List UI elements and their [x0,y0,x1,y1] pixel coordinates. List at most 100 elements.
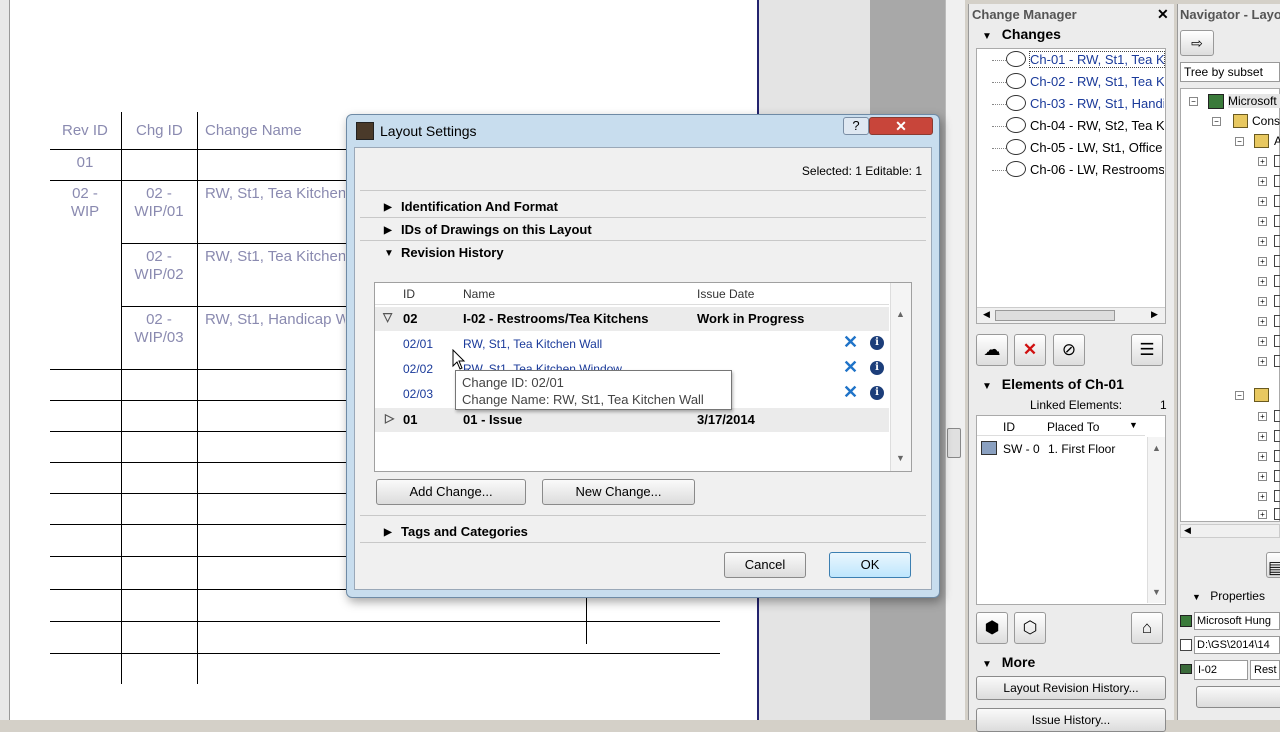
scroll-up-icon[interactable]: ▲ [1152,443,1161,453]
cancel-button[interactable]: Cancel [724,552,806,578]
settings-button[interactable] [1196,686,1280,708]
close-button[interactable]: ✕ [869,117,933,135]
info-icon[interactable]: i [870,361,884,375]
tree-node[interactable]: A [1274,134,1280,148]
element-placed-to[interactable]: 1. First Floor [1048,442,1115,456]
link-change-icon[interactable]: ⊘ [1053,334,1085,366]
show-element-icon[interactable]: ⌂ [1131,612,1163,644]
change-item[interactable]: Ch-04 - RW, St2, Tea Kitchen [1030,118,1164,133]
tree-expand-icon[interactable]: + [1258,472,1267,481]
tree-expand-icon[interactable]: + [1258,237,1267,246]
add-change-button[interactable]: Add Change... [376,479,526,505]
scroll-down-icon[interactable]: ▼ [896,453,905,463]
canvas-scrollbar-thumb[interactable] [947,428,961,458]
tree-hscrollbar[interactable]: ◀ [1180,524,1280,538]
tree-root[interactable]: Microsoft Hungary [1228,94,1280,108]
property-path-field[interactable]: D:\GS\2014\14 [1194,636,1280,654]
new-change-icon[interactable]: ☁ [976,334,1008,366]
property-name-field[interactable]: Microsoft Hung [1194,612,1280,630]
canvas-scrollbar[interactable] [945,0,965,720]
tree-expand-icon[interactable]: + [1258,452,1267,461]
remove-change-icon[interactable]: ✕ [843,357,858,378]
tree-expand-icon[interactable]: + [1258,277,1267,286]
unlink-element-icon[interactable]: ⬡ [1014,612,1046,644]
table-divider [50,369,350,370]
tree-expand-icon[interactable]: + [1258,157,1267,166]
more-section[interactable]: ▼ More [982,654,1035,670]
settings-icon[interactable]: ▤ [1266,552,1280,578]
new-change-button[interactable]: New Change... [542,479,695,505]
tree-expand-icon[interactable]: + [1258,492,1267,501]
section-revision-history[interactable]: ▼ Revision History [360,242,926,264]
tree-expand-icon[interactable]: + [1258,197,1267,206]
remove-change-icon[interactable]: ✕ [843,382,858,403]
info-icon[interactable]: i [870,386,884,400]
collapse-arrow-icon[interactable]: ▽ [383,310,392,324]
column-header-id[interactable]: ID [1003,420,1015,434]
expand-arrow-icon[interactable]: ▷ [385,411,394,425]
property-id-field[interactable]: I-02 [1194,660,1248,680]
help-button[interactable]: ? [843,117,869,135]
table-scrollbar[interactable]: ▲ ▼ [890,283,911,471]
scroll-thumb[interactable] [995,310,1115,321]
scroll-right-icon[interactable]: ▶ [1151,309,1158,320]
tree-node[interactable]: Cons [1252,114,1280,128]
revision-row[interactable]: ▽ 02 I-02 - Restrooms/Tea Kitchens Work … [375,307,889,331]
tree-expand-icon[interactable]: + [1258,177,1267,186]
section-drawing-ids[interactable]: ▶ IDs of Drawings on this Layout [360,219,926,241]
info-icon[interactable]: i [870,336,884,350]
tree-expand-icon[interactable]: + [1258,317,1267,326]
tree-expand-icon[interactable]: + [1258,432,1267,441]
change-settings-icon[interactable]: ☰ [1131,334,1163,366]
revision-row[interactable]: ▷ 01 01 - Issue 3/17/2014 [375,408,889,432]
column-header-id[interactable]: ID [403,287,415,301]
change-item[interactable]: Ch-03 - RW, St1, Handicap WC [1030,96,1164,111]
change-item[interactable]: Ch-06 - LW, Restrooms [1030,162,1164,177]
element-id[interactable]: SW - 0 [1003,442,1040,456]
tree-expand-icon[interactable]: + [1258,510,1267,519]
elements-scrollbar[interactable]: ▲ ▼ [1147,437,1165,603]
section-tags[interactable]: ▶ Tags and Categories [360,521,926,543]
layout-icon [1274,275,1280,287]
tree-expand-icon[interactable]: + [1258,257,1267,266]
tree-collapse-icon[interactable]: − [1189,97,1198,106]
layout-revision-history-button[interactable]: Layout Revision History... [976,676,1166,700]
issue-history-button[interactable]: Issue History... [976,708,1166,732]
column-header-name[interactable]: Name [463,287,495,301]
tree-expand-icon[interactable]: + [1258,357,1267,366]
list-hscrollbar[interactable]: ◀ ▶ [977,307,1165,323]
tree-view-select[interactable]: Tree by subset [1180,62,1280,82]
tree-collapse-icon[interactable]: − [1212,117,1221,126]
scroll-up-icon[interactable]: ▲ [896,309,905,319]
properties-section[interactable]: ▼ Properties [1192,589,1265,603]
table-divider [50,524,350,525]
tree-collapse-icon[interactable]: − [1235,391,1244,400]
delete-change-icon[interactable]: ✕ [1014,334,1046,366]
tree-expand-icon[interactable]: + [1258,337,1267,346]
close-icon[interactable]: ✕ [1157,6,1169,23]
scroll-down-icon[interactable]: ▼ [1152,587,1161,597]
tree-collapse-icon[interactable]: − [1235,137,1244,146]
revision-id: 01 [403,412,418,427]
tree-expand-icon[interactable]: + [1258,217,1267,226]
column-header-issue-date[interactable]: Issue Date [697,287,754,301]
tree-expand-icon[interactable]: + [1258,412,1267,421]
section-identification[interactable]: ▶ Identification And Format [360,196,926,218]
scroll-left-icon[interactable]: ◀ [983,309,990,320]
change-item-selected[interactable]: Ch-01 - RW, St1, Tea Kitchen Wall [1029,51,1165,68]
ok-button[interactable]: OK [829,552,911,578]
column-header-placed-to[interactable]: Placed To [1047,420,1099,434]
publish-icon[interactable]: ⇨ [1180,30,1214,56]
dropdown-arrow-icon[interactable]: ▼ [1129,420,1138,430]
change-item[interactable]: Ch-02 - RW, St1, Tea Kitchen Window [1030,74,1164,89]
remove-change-icon[interactable]: ✕ [843,332,858,353]
changes-section[interactable]: ▼ Changes [982,26,1061,42]
property-layout-name-field[interactable]: Rest [1250,660,1280,680]
elements-section[interactable]: ▼ Elements of Ch-01 [982,376,1124,392]
select-element-icon[interactable]: ⬢ [976,612,1008,644]
tree-expand-icon[interactable]: + [1258,297,1267,306]
scroll-left-icon[interactable]: ◀ [1184,525,1191,536]
table-divider [50,493,350,494]
change-item[interactable]: Ch-05 - LW, St1, Office [1030,140,1164,155]
archicad-icon [356,122,374,140]
